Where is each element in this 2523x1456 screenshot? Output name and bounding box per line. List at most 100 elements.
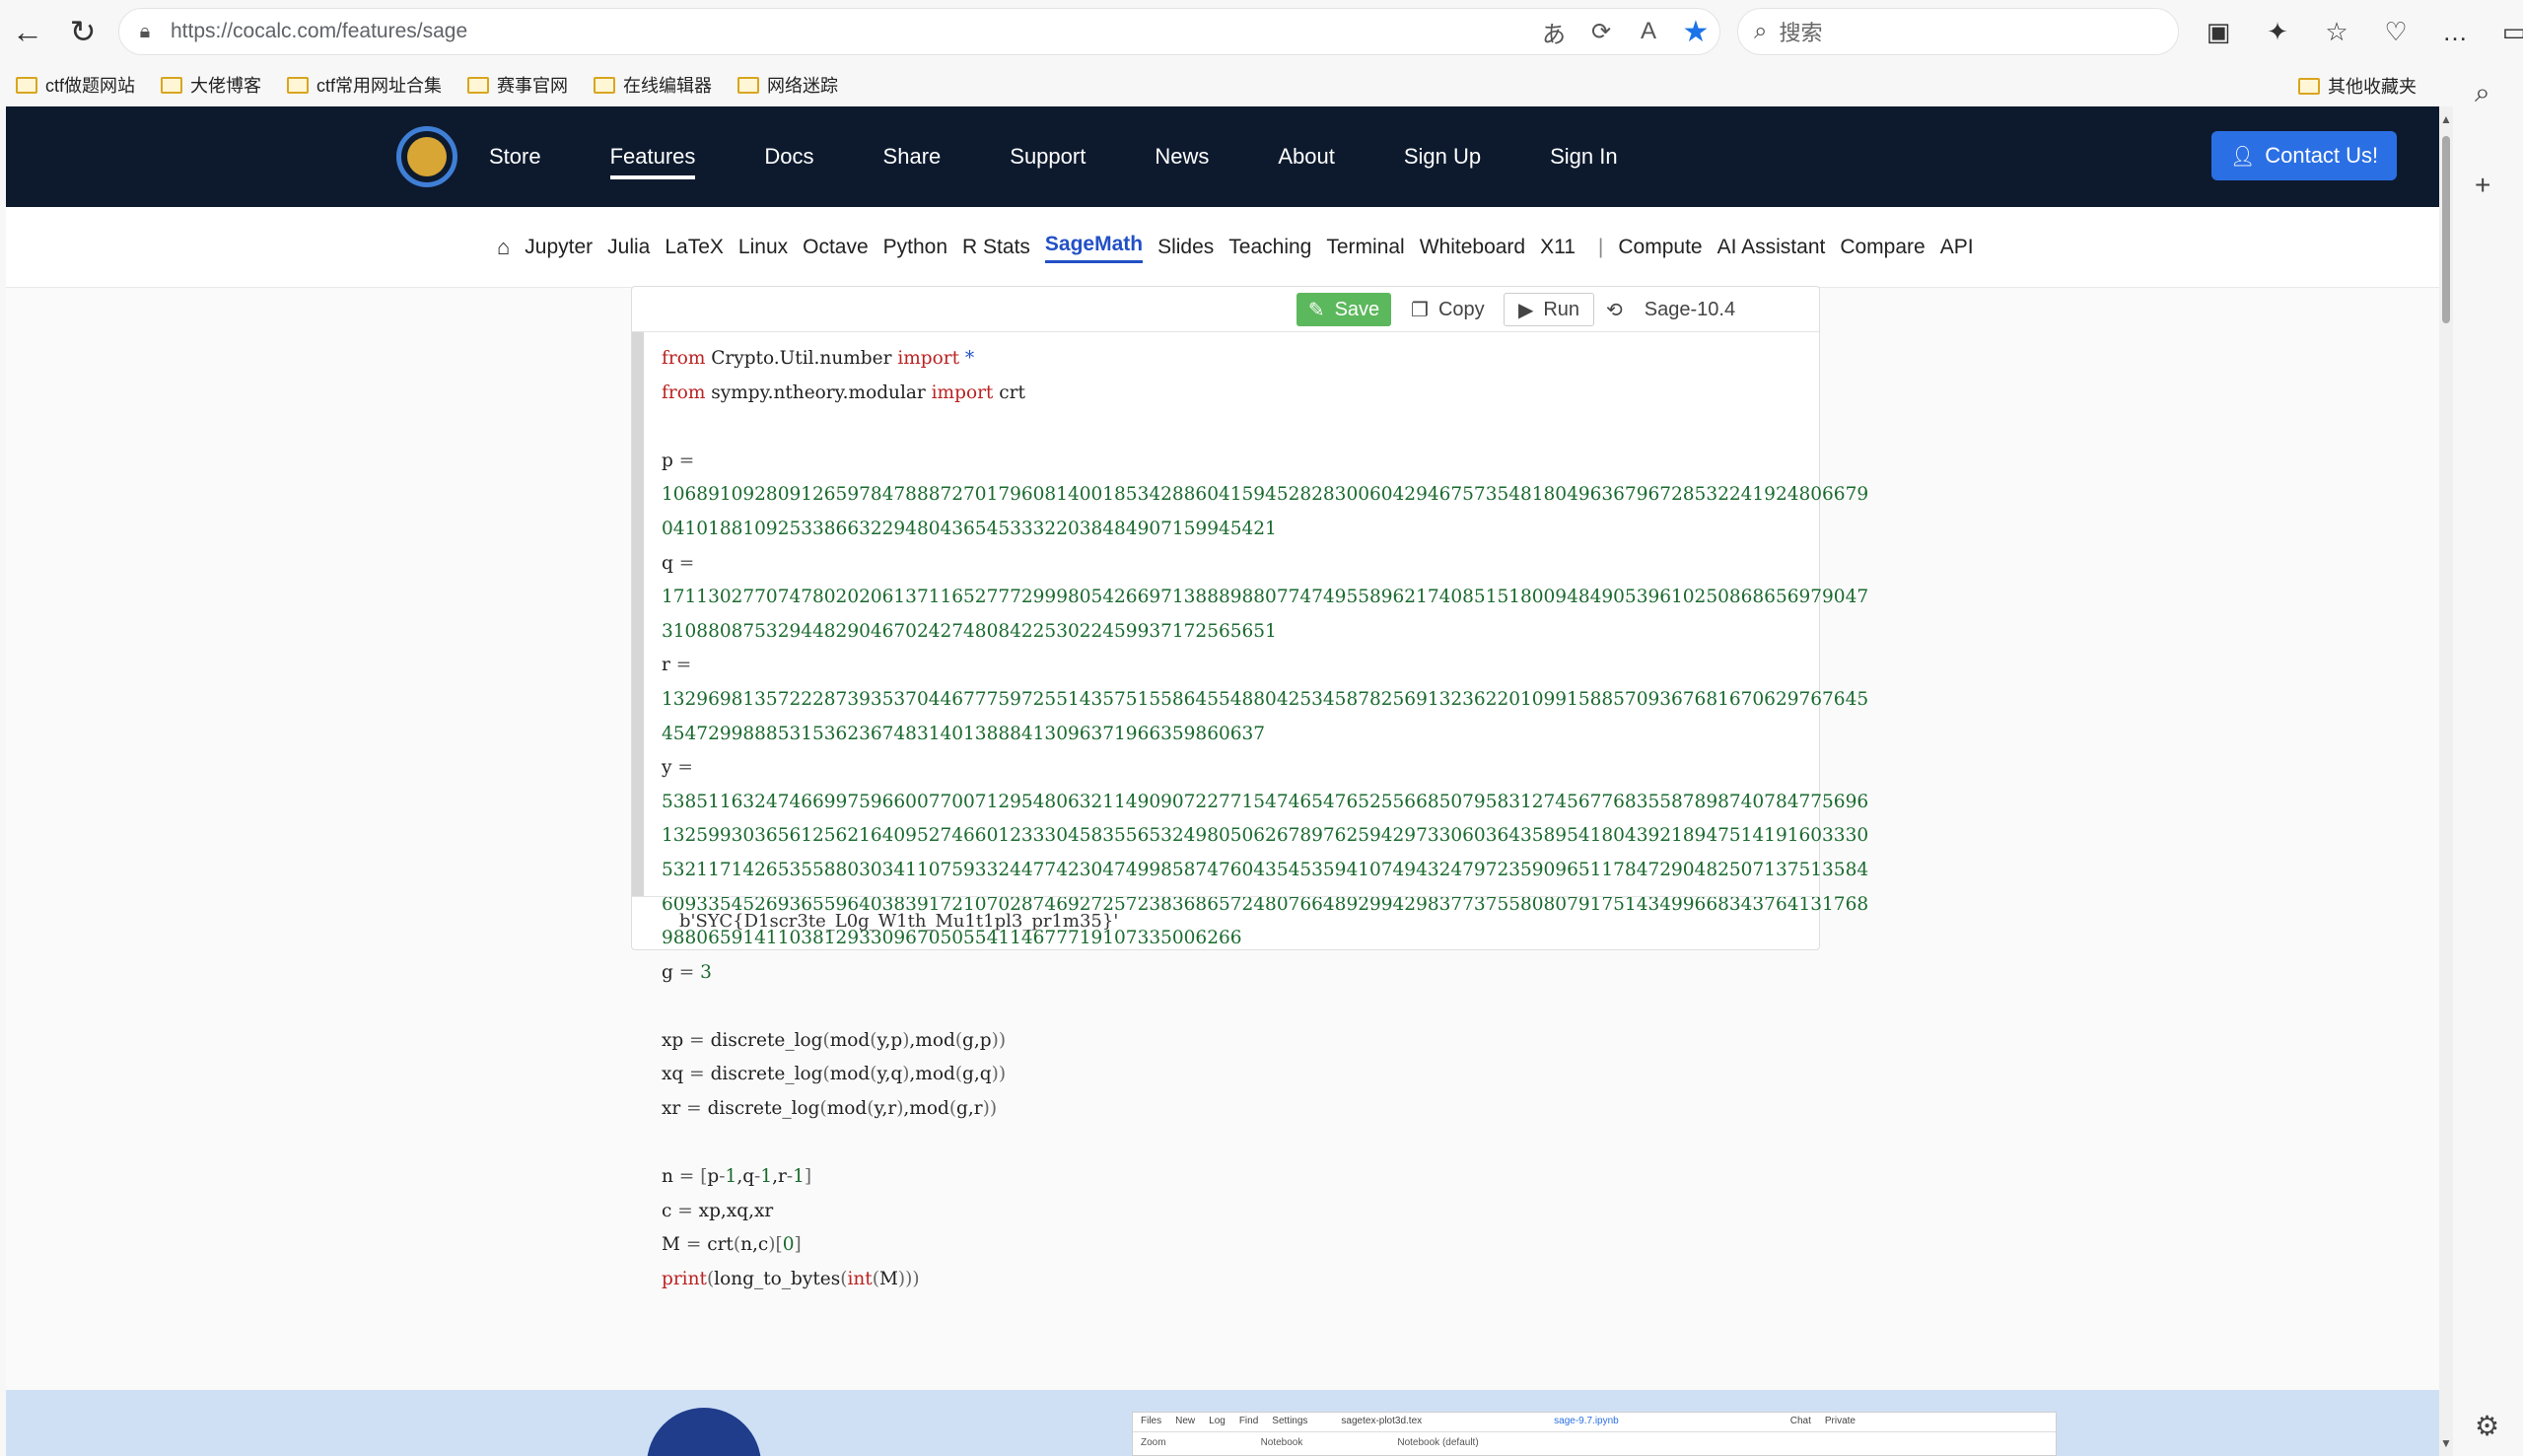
- extensions-icon[interactable]: ✦: [2248, 17, 2307, 47]
- preview-label: Private: [1824, 1416, 1856, 1426]
- subnav-item[interactable]: Compare: [1840, 236, 1925, 259]
- product-screenshot-preview: Files New Log Find Settings sagetex-plot…: [1132, 1412, 2057, 1456]
- url-text[interactable]: https://cocalc.com/features/sage: [171, 20, 1530, 43]
- subnav-item[interactable]: Whiteboard: [1420, 236, 1525, 259]
- nav-store[interactable]: Store: [489, 144, 541, 170]
- nav-support[interactable]: Support: [1010, 144, 1086, 170]
- scrollbar-thumb[interactable]: [2442, 136, 2450, 323]
- preview-label: Notebook (default): [1397, 1437, 1479, 1448]
- subnav-separator: |: [1597, 236, 1604, 258]
- preview-label: Zoom: [1141, 1437, 1166, 1448]
- subnav-item[interactable]: Terminal: [1326, 236, 1404, 259]
- markdown-extension-icon[interactable]: ▣: [2189, 17, 2248, 47]
- back-icon[interactable]: ←: [0, 0, 55, 63]
- refresh-app-icon[interactable]: ⟳: [1577, 18, 1625, 46]
- subnav-item[interactable]: AI Assistant: [1717, 236, 1826, 259]
- nav-features[interactable]: Features: [609, 144, 695, 179]
- subnav-item[interactable]: Linux: [738, 236, 788, 259]
- browser-essentials-icon[interactable]: ♡: [2366, 17, 2425, 47]
- subnav-item[interactable]: R Stats: [962, 236, 1030, 259]
- reload-icon[interactable]: ↻: [55, 0, 110, 63]
- sidebar-toggle-icon[interactable]: ▭: [2485, 17, 2523, 47]
- code-input[interactable]: from Crypto.Util.number import * from sy…: [632, 332, 1868, 1289]
- bookmark-folder[interactable]: 在线编辑器: [594, 72, 712, 98]
- edge-sidebar: ⌕ + ⚙: [2453, 63, 2523, 1456]
- code-editor-card: ✎ Save ❐ Copy ▶︎ Run ⟲ Sage-10.4 from Crypto…: [631, 286, 1868, 1289]
- code-output: b'SYC{D1scr3te_L0g_W1th_Mu1t1pl3_pr1m35}…: [632, 896, 1819, 951]
- run-button[interactable]: ▶︎ Run: [1504, 293, 1594, 326]
- bookmarks-bar: ctf做题网站 大佬博客 ctf常用网址合集 赛事官网 在线编辑器 网络迷踪 其…: [0, 63, 2523, 106]
- preview-label: Chat: [1789, 1416, 1811, 1426]
- subnav-item[interactable]: Julia: [607, 236, 650, 259]
- user-icon: 👤︎: [2229, 145, 2256, 168]
- folder-icon: [737, 76, 760, 94]
- play-icon: ▶︎: [1517, 299, 1534, 321]
- bookmark-folder[interactable]: ctf做题网站: [16, 72, 135, 98]
- subnav-item[interactable]: API: [1940, 236, 1974, 259]
- pencil-icon: ✎: [1307, 299, 1325, 321]
- preview-label: New: [1175, 1416, 1196, 1426]
- nav-share[interactable]: Share: [883, 144, 942, 170]
- contact-us-button[interactable]: 👤︎ Contact Us!: [2211, 131, 2397, 180]
- main-nav: Store Features Docs Share Support News A…: [489, 106, 1687, 207]
- nav-about[interactable]: About: [1278, 144, 1335, 170]
- folder-icon: [161, 76, 183, 94]
- folder-icon: [467, 76, 490, 94]
- next-section-band: Files New Log Find Settings sagetex-plot…: [6, 1390, 2439, 1456]
- nav-docs[interactable]: Docs: [764, 144, 813, 170]
- save-button[interactable]: ✎ Save: [1297, 293, 1391, 326]
- settings-gear-icon[interactable]: ⚙: [2475, 1410, 2499, 1442]
- bookmark-folder[interactable]: 赛事官网: [467, 72, 568, 98]
- page-viewport: Store Features Docs Share Support News A…: [6, 106, 2439, 1456]
- subnav-item[interactable]: Teaching: [1228, 236, 1311, 259]
- subnav-item[interactable]: Jupyter: [525, 236, 593, 259]
- subnav-item[interactable]: Compute: [1618, 236, 1702, 259]
- home-icon[interactable]: ⌂: [497, 235, 510, 260]
- more-menu-icon[interactable]: …: [2425, 17, 2485, 47]
- output-text: b'SYC{D1scr3te_L0g_W1th_Mu1t1pl3_pr1m35}…: [679, 911, 1119, 932]
- favorites-icon[interactable]: ☆: [2307, 17, 2366, 47]
- subnav-item[interactable]: Python: [883, 236, 947, 259]
- add-icon[interactable]: +: [2475, 170, 2490, 201]
- preview-label: Notebook: [1260, 1437, 1303, 1448]
- search-icon[interactable]: ⌕: [2475, 77, 2490, 109]
- search-icon: ⌕: [1754, 18, 1768, 44]
- site-info-icon[interactable]: 🔒︎: [119, 21, 171, 43]
- subnav-item[interactable]: LaTeX: [665, 236, 724, 259]
- folder-icon: [16, 76, 37, 94]
- sagemath-logo: [647, 1408, 761, 1456]
- site-header: Store Features Docs Share Support News A…: [6, 106, 2439, 207]
- browser-search-box[interactable]: ⌕ 搜索: [1737, 8, 2179, 55]
- page-scrollbar[interactable]: ▲ ▼: [2439, 106, 2453, 1456]
- scroll-up-icon[interactable]: ▲: [2439, 112, 2453, 126]
- address-bar[interactable]: 🔒︎ https://cocalc.com/features/sage あ ⟳ …: [118, 8, 1720, 55]
- editor-toolbar: ✎ Save ❐ Copy ▶︎ Run ⟲ Sage-10.4: [632, 287, 1819, 332]
- translate-icon[interactable]: あ: [1530, 15, 1577, 49]
- preview-label: sage-9.7.ipynb: [1554, 1416, 1619, 1426]
- code-text: from Crypto.Util.number import * from sy…: [662, 348, 1869, 1290]
- read-aloud-icon[interactable]: A: [1625, 18, 1672, 45]
- subnav-item[interactable]: Octave: [803, 236, 869, 259]
- copy-button[interactable]: ❐ Copy: [1403, 293, 1493, 326]
- kernel-selector[interactable]: ⟲ Sage-10.4: [1606, 293, 1735, 326]
- preview-label: Settings: [1272, 1416, 1308, 1426]
- cocalc-logo[interactable]: [396, 126, 457, 187]
- bookmark-folder[interactable]: 网络迷踪: [737, 72, 838, 98]
- subnav-item-selected[interactable]: SageMath: [1044, 233, 1144, 263]
- nav-sign-in[interactable]: Sign In: [1550, 144, 1618, 170]
- preview-label: Find: [1238, 1416, 1259, 1426]
- preview-label: sagetex-plot3d.tex: [1341, 1416, 1423, 1426]
- favorite-star-icon[interactable]: ★: [1672, 15, 1719, 49]
- folder-icon: [287, 76, 310, 94]
- scroll-down-icon[interactable]: ▼: [2439, 1436, 2453, 1450]
- nav-news[interactable]: News: [1155, 144, 1209, 170]
- subnav-item[interactable]: Slides: [1157, 236, 1214, 259]
- bookmark-folder[interactable]: 大佬博客: [161, 72, 261, 98]
- features-subnav: ⌂ Jupyter Julia LaTeX Linux Octave Pytho…: [6, 207, 2439, 288]
- sync-icon: ⟲: [1606, 299, 1623, 321]
- other-bookmarks[interactable]: 其他收藏夹: [2298, 73, 2417, 99]
- preview-label: Files: [1141, 1416, 1162, 1426]
- bookmark-folder[interactable]: ctf常用网址合集: [287, 72, 442, 98]
- subnav-item[interactable]: X11: [1540, 236, 1576, 259]
- nav-sign-up[interactable]: Sign Up: [1404, 144, 1481, 170]
